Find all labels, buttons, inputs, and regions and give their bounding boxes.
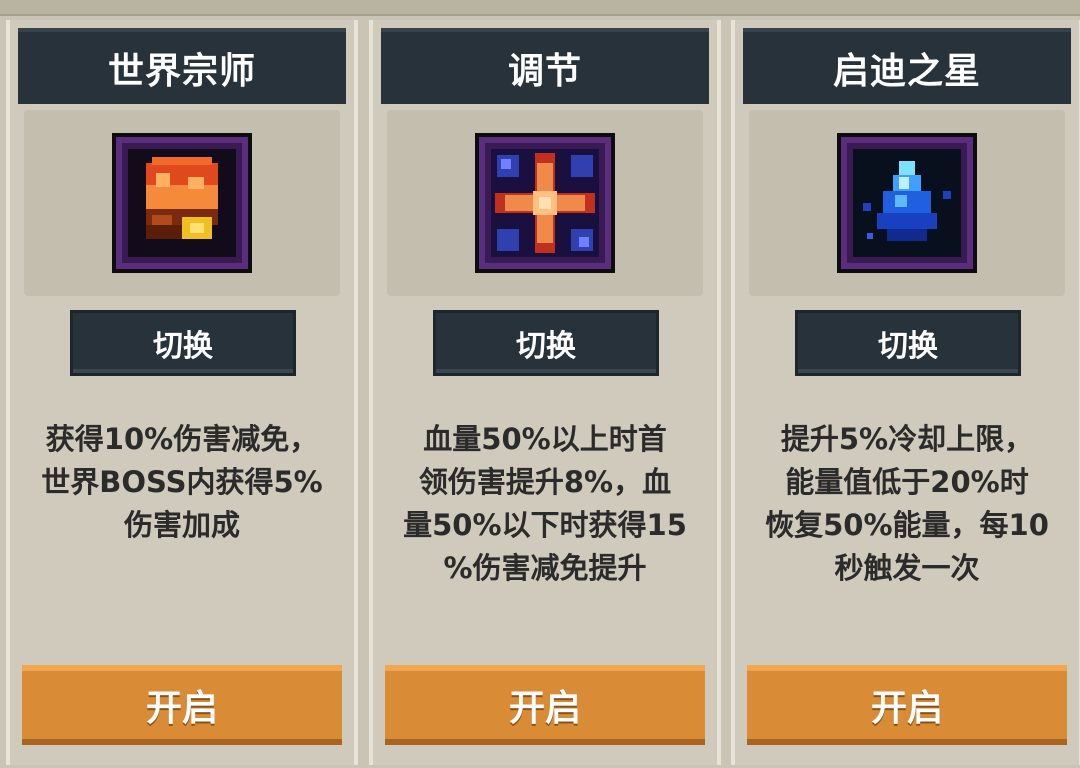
open-button[interactable]: 开启: [22, 665, 342, 745]
top-bar: [0, 0, 1080, 16]
blue-crystal-icon: [837, 133, 977, 273]
switch-button[interactable]: 切换: [433, 310, 659, 376]
open-button[interactable]: 开启: [747, 665, 1067, 745]
switch-button[interactable]: 切换: [795, 310, 1021, 376]
talent-card-adjust: 调节 切换 血量50%以上时首 领伤害提升8%，血 量50%以下时获得15 %伤…: [369, 20, 721, 765]
icon-panel: [749, 110, 1065, 296]
talent-card-enlightening-star: 启迪之星 切换 提升5%冷却上限， 能量值低于20%时 恢复50%能量，每10 …: [731, 20, 1080, 765]
switch-button[interactable]: 切换: [70, 310, 296, 376]
card-title: 启迪之星: [743, 28, 1071, 104]
icon-panel: [387, 110, 703, 296]
card-title: 世界宗师: [18, 28, 346, 104]
card-description: 获得10%伤害减免， 世界BOSS内获得5% 伤害加成: [41, 422, 323, 542]
open-button[interactable]: 开启: [385, 665, 705, 745]
card-title: 调节: [381, 28, 709, 104]
icon-panel: [24, 110, 340, 296]
card-description: 血量50%以上时首 领伤害提升8%，血 量50%以下时获得15 %伤害减免提升: [403, 422, 687, 585]
fire-chest-icon: [112, 133, 252, 273]
card-description: 提升5%冷却上限， 能量值低于20%时 恢复50%能量，每10 秒触发一次: [765, 422, 1049, 585]
cross-star-icon: [475, 133, 615, 273]
talent-card-world-master: 世界宗师 切换 获得10%伤害减免， 世界BOSS内获得5% 伤害加成 开启: [6, 20, 358, 765]
